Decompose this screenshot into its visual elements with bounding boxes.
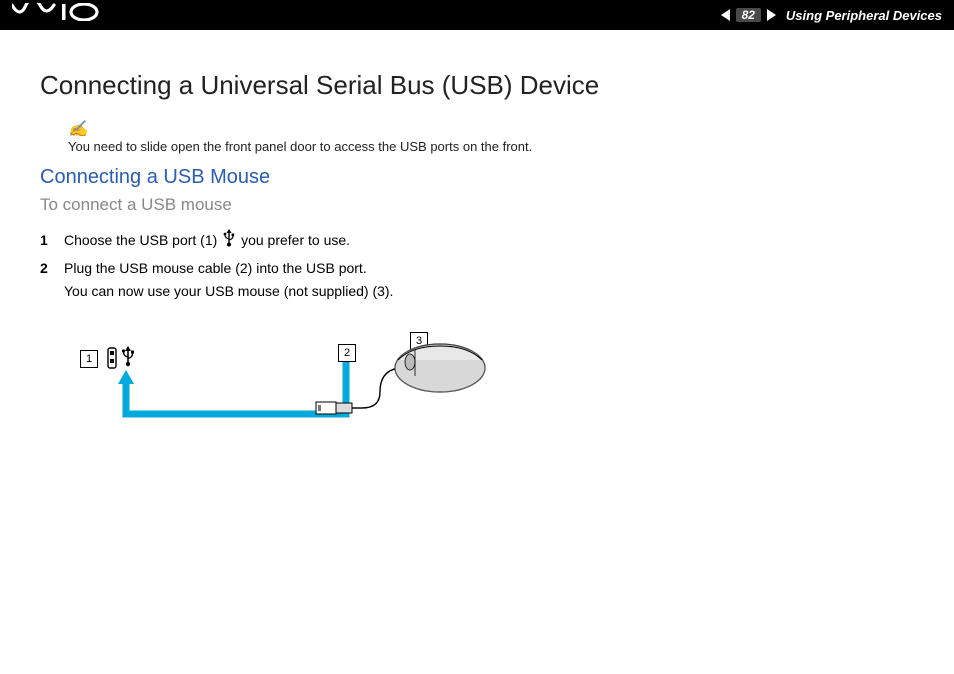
- usb-mouse-figure: 1 2 3: [80, 332, 510, 452]
- usb-trident-icon: [223, 229, 235, 253]
- steps-list: 1 Choose the USB port (1) you prefer to …: [40, 229, 914, 302]
- note-icon: ✍: [68, 119, 88, 139]
- step-number: 2: [40, 257, 64, 302]
- step-text-before: Choose the USB port (1): [64, 232, 221, 248]
- task-heading: To connect a USB mouse: [40, 195, 914, 215]
- page-title: Connecting a Universal Serial Bus (USB) …: [40, 70, 914, 101]
- header-bar: 82 Using Peripheral Devices: [0, 0, 954, 30]
- note-text: You need to slide open the front panel d…: [68, 139, 532, 154]
- note: ✍ You need to slide open the front panel…: [68, 119, 914, 154]
- step-text-before: Plug the USB mouse cable (2) into the US…: [64, 260, 393, 298]
- step-1: 1 Choose the USB port (1) you prefer to …: [40, 229, 914, 253]
- vaio-logo-svg: [12, 3, 102, 21]
- content-area: Connecting a Universal Serial Bus (USB) …: [0, 30, 954, 452]
- vaio-logo: [12, 3, 102, 27]
- section-label: Using Peripheral Devices: [786, 8, 942, 23]
- figure-svg: [80, 332, 510, 452]
- nav-next-icon[interactable]: [767, 9, 776, 21]
- step-2: 2 Plug the USB mouse cable (2) into the …: [40, 257, 914, 302]
- nav-prev-icon[interactable]: [721, 9, 730, 21]
- subsection-heading: Connecting a USB Mouse: [40, 166, 914, 189]
- step-number: 1: [40, 229, 64, 253]
- header-right: 82 Using Peripheral Devices: [721, 8, 942, 23]
- step-text: Plug the USB mouse cable (2) into the US…: [64, 257, 914, 302]
- page-number: 82: [736, 8, 761, 22]
- step-text-after: you prefer to use.: [241, 232, 350, 248]
- step-text: Choose the USB port (1) you prefer to us…: [64, 229, 914, 253]
